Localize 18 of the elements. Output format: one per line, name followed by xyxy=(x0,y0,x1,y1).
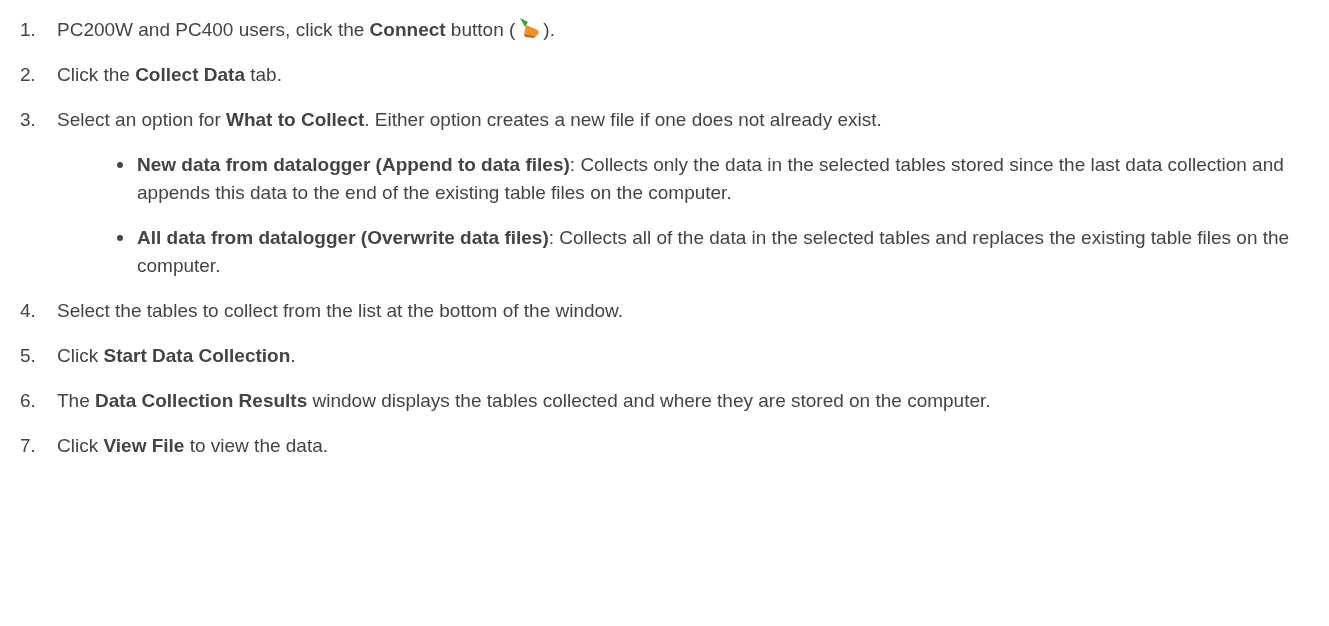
step-text: Click the Collect Data tab. xyxy=(57,63,283,87)
step-text: The Data Collection Results window displays the tables collected and where they are stored on the computer. xyxy=(57,389,992,413)
step-text: Select an option for What to Collect. Either option creates a new file if one does not already exist. xyxy=(57,108,883,132)
step-number: 1. xyxy=(19,18,37,42)
step-text: Select the tables to collect from the list at the bottom of the window. xyxy=(57,299,625,323)
step-number: 4. xyxy=(19,299,37,323)
step-text: Click View File to view the data. xyxy=(57,434,330,458)
bullet-icon xyxy=(117,162,123,168)
step-text: Click Start Data Collection. xyxy=(57,344,297,368)
bullet-text: New data from datalogger (Append to data files): Collects only the data in the selected tables stored since the last data collection and appends this data to the end of the existing table files on the computer. xyxy=(137,153,1285,205)
step-number: 5. xyxy=(19,344,37,368)
step-number: 3. xyxy=(19,108,37,132)
bullet-icon xyxy=(117,235,123,241)
step-number: 2. xyxy=(19,63,37,87)
step-text: PC200W and PC400 users, click the Connect button ( ). xyxy=(57,16,1313,44)
step-number: 7. xyxy=(19,434,37,458)
step-number: 6. xyxy=(19,389,37,413)
bullet-text: All data from datalogger (Overwrite data files): Collects all of the data in the selected tables and replaces the existing table files on the computer. xyxy=(137,226,1291,278)
